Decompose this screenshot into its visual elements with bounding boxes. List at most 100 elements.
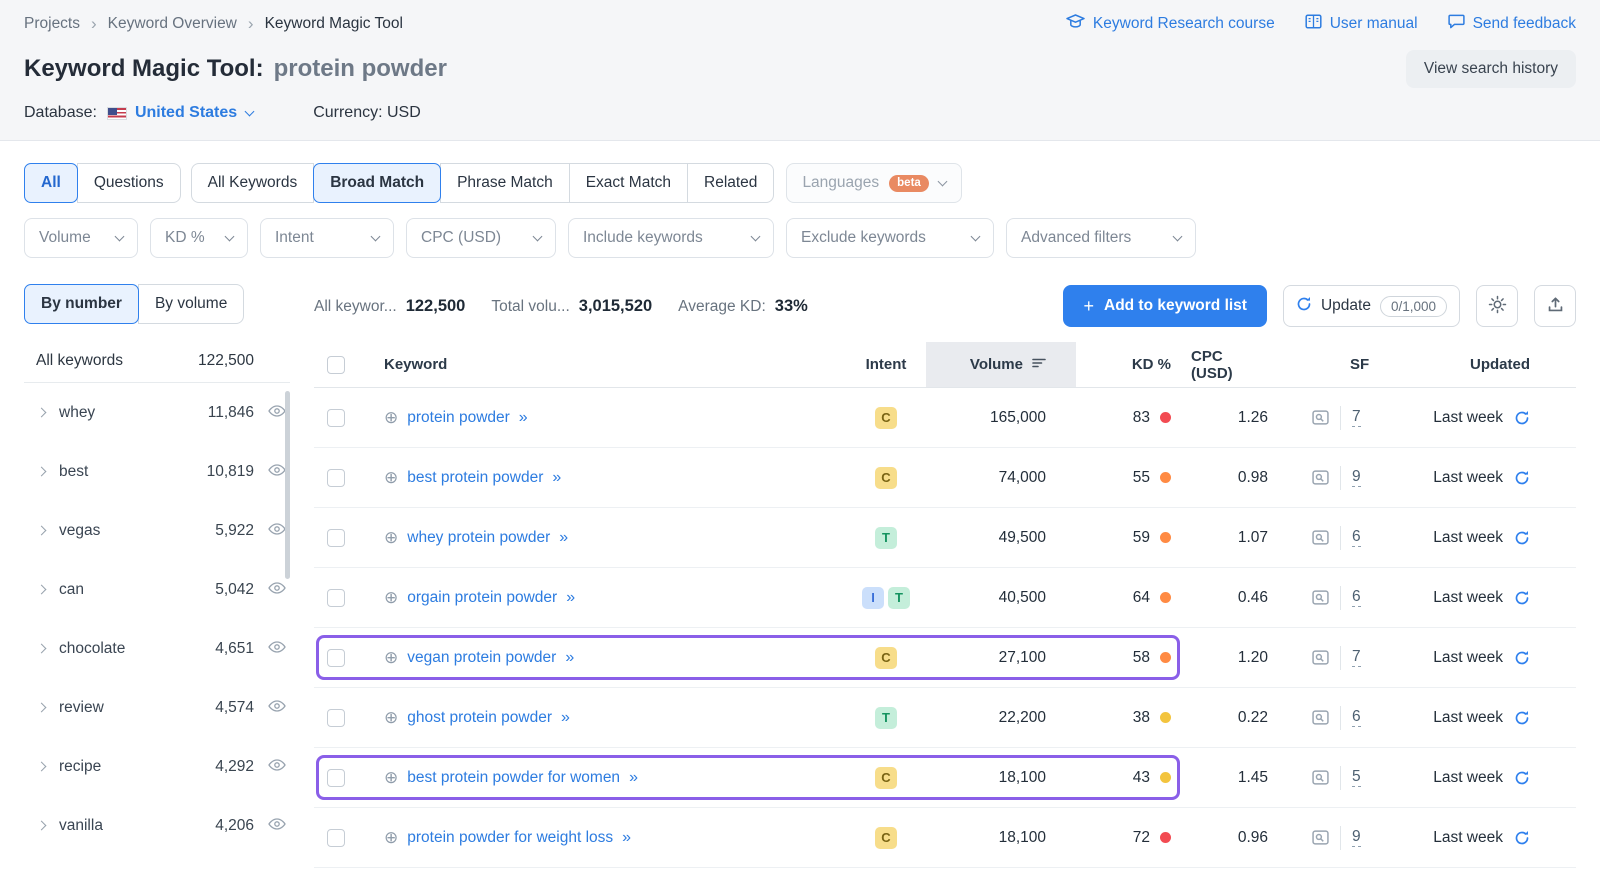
- serp-icon[interactable]: [1312, 650, 1329, 665]
- chevron-right-icon[interactable]: [37, 762, 47, 772]
- table-row[interactable]: ⊕protein powder» C 165,000 83 1.26 7 Las…: [314, 388, 1576, 448]
- refresh-icon[interactable]: [1514, 770, 1530, 786]
- kd-filter-dropdown[interactable]: KD %: [150, 218, 248, 258]
- by-volume-toggle[interactable]: By volume: [138, 284, 244, 324]
- eye-icon[interactable]: [268, 404, 286, 422]
- table-row[interactable]: ⊕vegan protein powder» C 27,100 58 1.20 …: [314, 628, 1576, 688]
- eye-icon[interactable]: [268, 699, 286, 717]
- tab-all[interactable]: All: [24, 163, 78, 203]
- keyword-link[interactable]: protein powder: [407, 409, 510, 427]
- sidebar-scrollbar[interactable]: [285, 391, 290, 579]
- expand-keyword-icon[interactable]: »: [622, 829, 631, 847]
- add-keyword-icon[interactable]: ⊕: [384, 588, 398, 608]
- sf-link[interactable]: 9: [1352, 828, 1361, 847]
- row-checkbox[interactable]: [327, 409, 345, 427]
- eye-icon[interactable]: [268, 758, 286, 776]
- group-row-whey[interactable]: whey11,846: [24, 383, 290, 442]
- update-button[interactable]: Update 0/1,000: [1283, 285, 1460, 327]
- intent-column-header[interactable]: Intent: [846, 342, 926, 387]
- eye-icon[interactable]: [268, 817, 286, 835]
- keyword-link[interactable]: best protein powder for women: [407, 769, 620, 787]
- add-to-keyword-list-button[interactable]: + Add to keyword list: [1063, 285, 1266, 327]
- add-keyword-icon[interactable]: ⊕: [384, 648, 398, 668]
- volume-column-header[interactable]: Volume: [926, 342, 1076, 387]
- chevron-right-icon[interactable]: [37, 821, 47, 831]
- expand-keyword-icon[interactable]: »: [566, 589, 575, 607]
- all-keywords-row[interactable]: All keywords 122,500: [24, 339, 290, 383]
- intent-filter-dropdown[interactable]: Intent: [260, 218, 394, 258]
- add-keyword-icon[interactable]: ⊕: [384, 468, 398, 488]
- keyword-link[interactable]: whey protein powder: [407, 529, 550, 547]
- tab-questions[interactable]: Questions: [77, 163, 181, 203]
- table-row[interactable]: ⊕orgain protein powder» IT 40,500 64 0.4…: [314, 568, 1576, 628]
- serp-icon[interactable]: [1312, 590, 1329, 605]
- chevron-right-icon[interactable]: [37, 526, 47, 536]
- expand-keyword-icon[interactable]: »: [552, 469, 561, 487]
- serp-icon[interactable]: [1312, 530, 1329, 545]
- sf-column-header[interactable]: SF: [1306, 342, 1406, 387]
- include-keywords-dropdown[interactable]: Include keywords: [568, 218, 774, 258]
- sort-descending-icon[interactable]: [1032, 356, 1046, 373]
- refresh-icon[interactable]: [1514, 470, 1530, 486]
- group-row-recipe[interactable]: recipe4,292: [24, 737, 290, 796]
- table-row[interactable]: ⊕whey protein powder» T 49,500 59 1.07 6…: [314, 508, 1576, 568]
- by-number-toggle[interactable]: By number: [24, 284, 139, 324]
- table-row[interactable]: ⊕best protein powder for women» C 18,100…: [314, 748, 1576, 808]
- breadcrumb-keyword-overview[interactable]: Keyword Overview: [108, 15, 237, 33]
- eye-icon[interactable]: [268, 522, 286, 540]
- updated-column-header[interactable]: Updated: [1406, 342, 1576, 387]
- exclude-keywords-dropdown[interactable]: Exclude keywords: [786, 218, 994, 258]
- group-row-can[interactable]: can5,042: [24, 560, 290, 619]
- volume-filter-dropdown[interactable]: Volume: [24, 218, 138, 258]
- group-row-best[interactable]: best10,819: [24, 442, 290, 501]
- tab-broad-match[interactable]: Broad Match: [313, 163, 441, 203]
- expand-keyword-icon[interactable]: »: [629, 769, 638, 787]
- eye-icon[interactable]: [268, 640, 286, 658]
- table-row[interactable]: ⊕protein powder for weight loss» C 18,10…: [314, 808, 1576, 868]
- expand-keyword-icon[interactable]: »: [561, 709, 570, 727]
- add-keyword-icon[interactable]: ⊕: [384, 768, 398, 788]
- chevron-right-icon[interactable]: [37, 644, 47, 654]
- select-all-checkbox[interactable]: [327, 356, 345, 374]
- tab-related[interactable]: Related: [687, 163, 774, 203]
- row-checkbox[interactable]: [327, 529, 345, 547]
- chevron-right-icon[interactable]: [37, 585, 47, 595]
- advanced-filters-dropdown[interactable]: Advanced filters: [1006, 218, 1196, 258]
- tab-exact-match[interactable]: Exact Match: [569, 163, 688, 203]
- row-checkbox[interactable]: [327, 709, 345, 727]
- user-manual-link[interactable]: User manual: [1305, 14, 1418, 34]
- expand-keyword-icon[interactable]: »: [519, 409, 528, 427]
- breadcrumb-projects[interactable]: Projects: [24, 15, 80, 33]
- cpc-filter-dropdown[interactable]: CPC (USD): [406, 218, 556, 258]
- tab-all-keywords[interactable]: All Keywords: [191, 163, 315, 203]
- keyword-link[interactable]: orgain protein powder: [407, 589, 557, 607]
- keyword-link[interactable]: best protein powder: [407, 469, 543, 487]
- keyword-link[interactable]: ghost protein powder: [407, 709, 552, 727]
- group-row-vegas[interactable]: vegas5,922: [24, 501, 290, 560]
- add-keyword-icon[interactable]: ⊕: [384, 828, 398, 848]
- sf-link[interactable]: 5: [1352, 768, 1361, 787]
- sf-link[interactable]: 6: [1352, 588, 1361, 607]
- group-row-review[interactable]: review4,574: [24, 678, 290, 737]
- sf-link[interactable]: 7: [1352, 648, 1361, 667]
- group-row-vanilla[interactable]: vanilla4,206: [24, 796, 290, 855]
- tab-phrase-match[interactable]: Phrase Match: [440, 163, 570, 203]
- refresh-icon[interactable]: [1514, 410, 1530, 426]
- keyword-research-course-link[interactable]: Keyword Research course: [1066, 14, 1275, 34]
- serp-icon[interactable]: [1312, 830, 1329, 845]
- eye-icon[interactable]: [268, 581, 286, 599]
- serp-icon[interactable]: [1312, 710, 1329, 725]
- eye-icon[interactable]: [268, 463, 286, 481]
- serp-icon[interactable]: [1312, 470, 1329, 485]
- table-row[interactable]: ⊕ghost protein powder» T 22,200 38 0.22 …: [314, 688, 1576, 748]
- refresh-icon[interactable]: [1514, 650, 1530, 666]
- kd-column-header[interactable]: KD %: [1076, 342, 1191, 387]
- chevron-right-icon[interactable]: [37, 467, 47, 477]
- chevron-right-icon[interactable]: [37, 408, 47, 418]
- add-keyword-icon[interactable]: ⊕: [384, 528, 398, 548]
- row-checkbox[interactable]: [327, 829, 345, 847]
- table-row[interactable]: ⊕best protein powder» C 74,000 55 0.98 9…: [314, 448, 1576, 508]
- expand-keyword-icon[interactable]: »: [565, 649, 574, 667]
- settings-button[interactable]: [1476, 285, 1518, 327]
- database-selector[interactable]: United States: [135, 104, 253, 122]
